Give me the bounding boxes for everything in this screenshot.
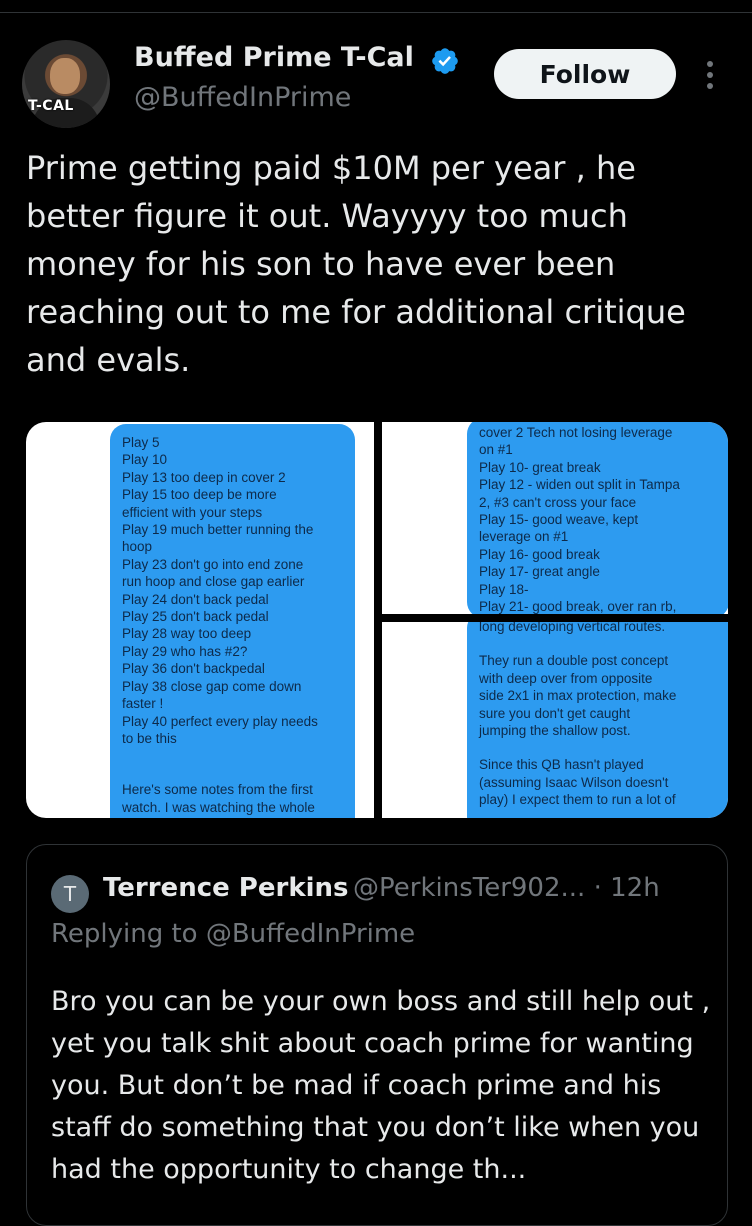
message-line: Play 16- good break: [479, 546, 600, 562]
message-line: Play 25 don't back pedal: [122, 609, 269, 625]
media-image-3[interactable]: long developing vertical routes. They run…: [382, 622, 728, 818]
quote-handle-time: @PerkinsTer902... · 12h: [353, 873, 660, 903]
message-line: play) I expect them to run a lot of: [479, 792, 676, 808]
message-line: 2, #3 can't cross your face: [479, 494, 637, 510]
quote-avatar[interactable]: T: [51, 875, 89, 913]
tweet-text: Prime getting paid $10M per year , he be…: [26, 149, 686, 379]
quote-author-name[interactable]: Terrence Perkins: [103, 873, 349, 903]
message-line: cover 2 Tech not losing leverage: [479, 425, 673, 440]
media-image-2[interactable]: cover 2 Tech not losing leverage on #1 Pla…: [382, 422, 728, 614]
message-line: sure you don't get caught: [479, 705, 631, 721]
message-line: Play 5: [122, 435, 160, 450]
message-line: (assuming Isaac Wilson doesn't: [479, 774, 669, 790]
message-line: [479, 739, 717, 756]
message-line: Play 10- great break: [479, 459, 601, 475]
message-line: side 2x1 in max protection, make: [479, 688, 677, 704]
message-line: Here's some notes from the first: [122, 782, 313, 798]
message-line: Play 36 don't backpedal: [122, 661, 265, 677]
message-line: long developing vertical routes.: [479, 622, 666, 634]
message-line: Play 15 too deep be more: [122, 487, 277, 503]
author-name[interactable]: Buffed Prime T-Cal: [134, 42, 414, 73]
more-options-icon[interactable]: [700, 58, 720, 94]
verified-badge-icon: [432, 48, 458, 74]
message-line: Play 17- great angle: [479, 564, 600, 580]
message-line: Play 24 don't back pedal: [122, 591, 269, 607]
message-line: with deep over from opposite: [479, 670, 653, 686]
author-handle[interactable]: @BuffedInPrime: [134, 82, 351, 113]
message-line: Play 40 perfect every play needs: [122, 713, 318, 729]
message-bubble: long developing vertical routes. They run…: [467, 622, 728, 818]
author-avatar[interactable]: T-CAL: [22, 40, 110, 128]
message-bubble: Play 5 Play 10 Play 13 too deep in cover 2…: [110, 424, 355, 818]
message-line: They run a double post concept: [479, 653, 669, 669]
message-line: [122, 747, 343, 764]
avatar-tag-text: T-CAL: [28, 98, 74, 114]
message-line: on #1: [479, 442, 513, 458]
avatar-face: [50, 58, 80, 94]
message-line: [122, 764, 343, 781]
follow-button[interactable]: Follow: [494, 49, 676, 99]
top-divider: [0, 12, 752, 13]
message-line: Play 13 too deep in cover 2: [122, 469, 286, 485]
message-bubble: cover 2 Tech not losing leverage on #1 Pla…: [467, 422, 728, 614]
media-image-1[interactable]: Play 5 Play 10 Play 13 too deep in cover 2…: [26, 422, 374, 818]
quoted-tweet[interactable]: T Terrence Perkins @PerkinsTer902... · 1…: [26, 844, 728, 1226]
quote-text: Bro you can be your own boss and still h…: [51, 986, 711, 1185]
message-line: Play 23 don't go into end zone: [122, 556, 304, 572]
message-line: hoop: [122, 539, 153, 555]
message-line: Play 28 way too deep: [122, 626, 252, 642]
message-line: Play 38 close gap come down: [122, 678, 302, 694]
message-line: to be this: [122, 730, 177, 746]
message-line: faster !: [122, 696, 164, 712]
message-line: Play 29 who has #2?: [122, 643, 248, 659]
message-line: leverage on #1: [479, 529, 569, 545]
message-line: watch. I was watching the whole: [122, 799, 315, 815]
replying-to-label: Replying to @BuffedInPrime: [51, 919, 416, 949]
message-line: Play 18-: [479, 581, 529, 597]
message-line: Play 15- good weave, kept: [479, 512, 639, 528]
message-line: jumping the shallow post.: [479, 723, 631, 739]
message-line: efficient with your steps: [122, 504, 263, 520]
message-line: Since this QB hasn't played: [479, 757, 644, 773]
message-line: run hoop and close gap earlier: [122, 574, 305, 590]
tweet-media[interactable]: Play 5 Play 10 Play 13 too deep in cover 2…: [26, 422, 728, 818]
message-line: [479, 635, 717, 652]
message-line: Play 19 much better running the: [122, 522, 314, 538]
message-line: Play 12 - widen out split in Tampa: [479, 477, 680, 493]
message-line: Play 21- good break, over ran rb,: [479, 599, 677, 614]
message-line: Play 10: [122, 452, 168, 468]
